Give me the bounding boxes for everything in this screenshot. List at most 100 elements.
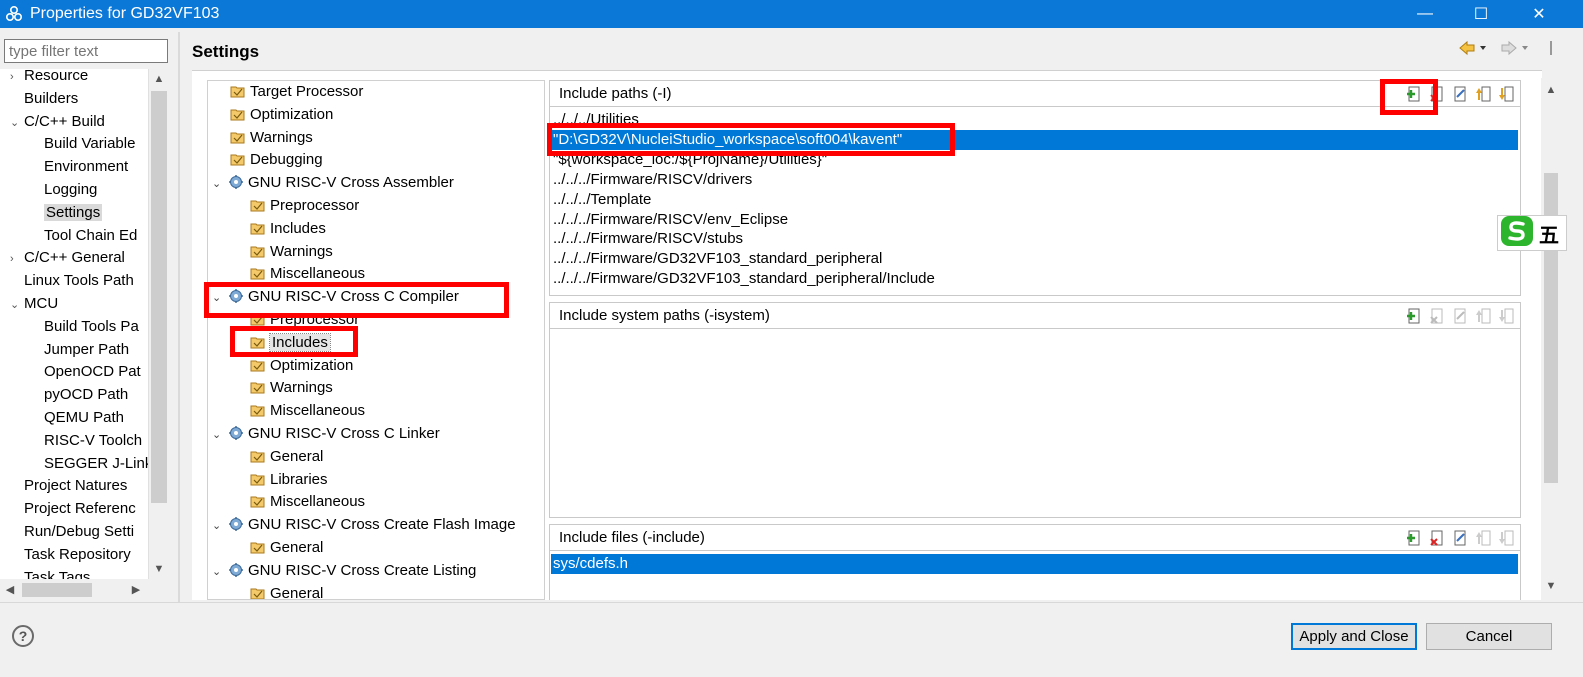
include-path-item[interactable]: ../../../Firmware/GD32VF103_standard_per… — [553, 269, 935, 289]
tool-tree-item[interactable]: ⌄ GNU RISC-V Cross Create Listing — [212, 560, 476, 582]
scroll-thumb[interactable] — [151, 91, 167, 503]
filter-input[interactable] — [4, 39, 168, 63]
include-path-item[interactable]: "${workspace_loc:/${ProjName}/Utilities}… — [553, 150, 827, 170]
tool-tree-item[interactable]: Target Processor — [230, 81, 363, 103]
nav-item[interactable]: › C/C++ General — [10, 247, 125, 269]
minimize-button[interactable]: — — [1398, 0, 1452, 28]
forward-arrow-icon[interactable] — [1500, 40, 1530, 60]
apply-and-close-button[interactable]: Apply and Close — [1291, 623, 1417, 650]
scroll-up-icon[interactable]: ▲ — [149, 69, 169, 89]
nav-item[interactable]: RISC-V Toolch — [30, 430, 142, 452]
nav-item[interactable]: ⌄ MCU — [10, 293, 58, 315]
chevron-down-icon[interactable]: ⌄ — [212, 173, 228, 195]
add-path-icon[interactable] — [1406, 85, 1422, 102]
include-path-item[interactable]: ../../../Firmware/RISCV/env_Eclipse — [553, 210, 788, 230]
chevron-right-icon[interactable]: › — [10, 69, 24, 88]
chevron-down-icon[interactable]: ⌄ — [10, 294, 24, 316]
add-file-icon[interactable] — [1406, 529, 1422, 546]
delete-file-icon[interactable] — [1429, 529, 1445, 546]
move-down-icon[interactable] — [1498, 85, 1514, 102]
chevron-down-icon[interactable]: ⌄ — [10, 112, 24, 134]
chevron-right-icon[interactable]: › — [10, 248, 24, 270]
nav-item[interactable]: QEMU Path — [30, 407, 124, 429]
back-arrow-icon[interactable] — [1458, 40, 1488, 60]
include-path-item[interactable]: ../../../Template — [553, 190, 651, 210]
nav-item[interactable]: Build Tools Pa — [30, 316, 139, 338]
include-paths-list[interactable]: ../../../Utilities "D:\GD32V\NucleiStudio… — [550, 107, 1520, 295]
tool-tree-item[interactable]: Preprocessor — [250, 309, 359, 331]
nav-item[interactable]: Task Repository — [10, 544, 131, 566]
nav-item[interactable]: SEGGER J-Link — [30, 453, 148, 475]
tool-tree-item[interactable]: Includes — [250, 218, 326, 240]
scroll-left-icon[interactable]: ◀ — [0, 580, 20, 600]
scroll-thumb-horizontal[interactable] — [22, 583, 92, 597]
scroll-right-icon[interactable]: ▶ — [126, 580, 146, 600]
tool-tree-item[interactable]: Miscellaneous — [250, 491, 365, 513]
tool-tree-item[interactable]: Libraries — [250, 469, 328, 491]
nav-item[interactable]: Jumper Path — [30, 339, 129, 361]
scroll-up-icon[interactable]: ▲ — [1541, 80, 1561, 100]
edit-path-icon[interactable] — [1452, 85, 1468, 102]
tool-tree-item[interactable]: ⌄ GNU RISC-V Cross C Linker — [212, 423, 440, 445]
nav-item[interactable]: Logging — [30, 179, 97, 201]
nav-item[interactable]: OpenOCD Pat — [30, 361, 141, 383]
system-paths-list[interactable] — [550, 329, 1520, 517]
tool-tree-item[interactable]: ⌄ GNU RISC-V Cross C Compiler — [212, 286, 459, 308]
chevron-down-icon[interactable]: ⌄ — [212, 515, 228, 537]
include-path-item[interactable]: ../../../Firmware/RISCV/drivers — [553, 170, 752, 190]
tool-tree-item[interactable]: Warnings — [230, 127, 313, 149]
help-icon[interactable]: ? — [12, 625, 34, 647]
tool-tree-item[interactable]: General — [250, 537, 323, 559]
nav-item[interactable]: Project Referenc — [10, 498, 136, 520]
delete-path-icon[interactable] — [1429, 307, 1445, 324]
tool-tree-item[interactable]: General — [250, 446, 323, 468]
include-path-item[interactable]: ../../../Firmware/RISCV/stubs — [553, 229, 743, 249]
tool-tree-item[interactable]: Miscellaneous — [250, 263, 365, 285]
include-path-item[interactable]: "D:\GD32V\NucleiStudio_workspace\soft004… — [551, 129, 1518, 150]
move-up-icon[interactable] — [1475, 307, 1491, 324]
nav-item[interactable]: › Resource — [10, 69, 88, 87]
nav-item[interactable]: Tool Chain Ed — [30, 225, 137, 247]
chevron-down-icon[interactable]: ⌄ — [212, 561, 228, 583]
tool-tree-item[interactable]: Warnings — [250, 241, 333, 263]
scroll-down-icon[interactable]: ▼ — [1541, 576, 1561, 596]
tool-tree-item[interactable]: Miscellaneous — [250, 400, 365, 422]
tool-tree-item[interactable]: Optimization — [250, 355, 353, 377]
nav-item[interactable]: Run/Debug Setti — [10, 521, 134, 543]
nav-item[interactable]: Environment — [30, 156, 128, 178]
view-menu-icon[interactable] — [1545, 40, 1557, 60]
include-path-item[interactable]: ../../../Utilities — [553, 110, 639, 130]
close-button[interactable]: ✕ — [1512, 0, 1566, 28]
tool-tree-item[interactable]: Warnings — [250, 377, 333, 399]
pane-divider[interactable] — [178, 32, 180, 602]
nav-item[interactable]: pyOCD Path — [30, 384, 128, 406]
chevron-down-icon[interactable]: ⌄ — [212, 287, 228, 309]
move-down-icon[interactable] — [1498, 307, 1514, 324]
tool-tree-item[interactable]: Includes — [250, 332, 331, 354]
tool-tree-item[interactable]: Optimization — [230, 104, 333, 126]
nav-horizontal-scrollbar[interactable]: ◀ ▶ — [0, 580, 168, 600]
nav-item[interactable]: ⌄ C/C++ Build — [10, 111, 105, 133]
nav-item[interactable]: Linux Tools Path — [10, 270, 134, 292]
maximize-button[interactable]: ☐ — [1454, 0, 1508, 28]
include-path-item[interactable]: ../../../Firmware/GD32VF103_standard_per… — [553, 249, 882, 269]
nav-item[interactable]: Project Natures — [10, 475, 127, 497]
edit-file-icon[interactable] — [1452, 529, 1468, 546]
tool-tree-item[interactable]: General — [250, 583, 323, 599]
delete-path-icon[interactable] — [1429, 85, 1445, 102]
chevron-down-icon[interactable]: ⌄ — [212, 424, 228, 446]
ime-floating-widget[interactable]: 五 — [1497, 215, 1567, 251]
move-down-icon[interactable] — [1498, 529, 1514, 546]
tool-tree-item[interactable]: ⌄ GNU RISC-V Cross Assembler — [212, 172, 454, 194]
add-path-icon[interactable] — [1406, 307, 1422, 324]
tool-tree-item[interactable]: Preprocessor — [250, 195, 359, 217]
move-up-icon[interactable] — [1475, 529, 1491, 546]
edit-path-icon[interactable] — [1452, 307, 1468, 324]
nav-item[interactable]: Build Variable — [30, 133, 135, 155]
tool-tree-item[interactable]: ⌄ GNU RISC-V Cross Create Flash Image — [212, 514, 516, 536]
tool-tree-item[interactable]: Debugging — [230, 149, 323, 171]
nav-vertical-scrollbar[interactable]: ▲ ▼ — [148, 69, 168, 579]
cancel-button[interactable]: Cancel — [1426, 623, 1552, 650]
nav-item[interactable]: Settings — [30, 202, 103, 224]
nav-item[interactable]: Task Tags — [10, 567, 90, 579]
